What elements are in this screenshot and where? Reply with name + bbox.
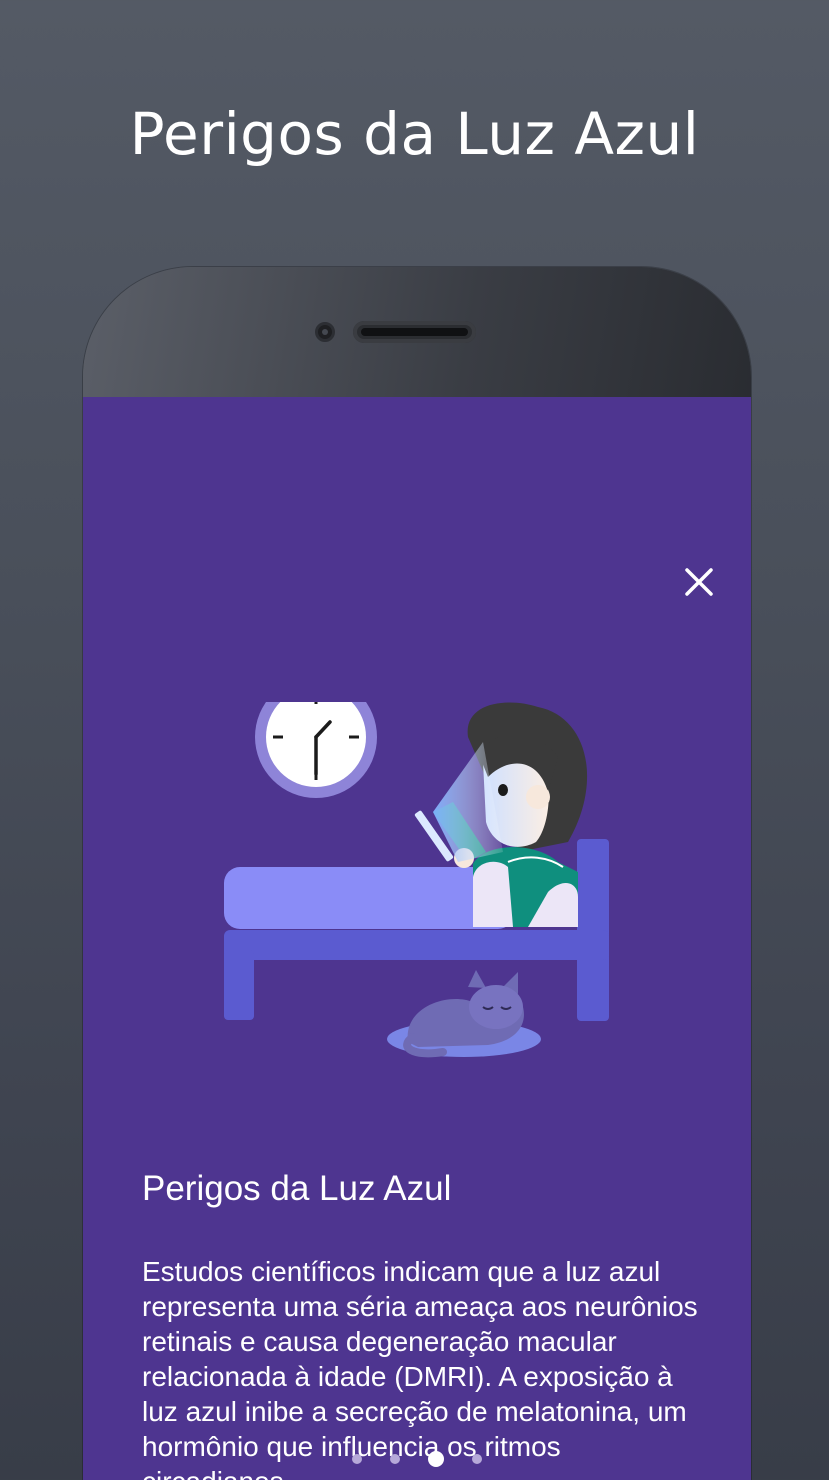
earpiece-speaker [353,321,476,343]
page-dot-3-active[interactable] [428,1451,444,1467]
close-button[interactable] [679,562,719,602]
card-body-text: Estudos científicos indicam que a luz az… [142,1256,698,1480]
page-dot-1[interactable] [352,1454,362,1464]
close-icon [685,568,713,596]
sleeping-cat-icon [387,970,541,1058]
page-dot-4[interactable] [472,1454,482,1464]
card-title: Perigos da Luz Azul [142,1169,452,1208]
front-camera [315,322,335,342]
illustration-night-phone [224,702,609,1058]
phone-mockup: Perigos da Luz Azul Estudos científicos … [83,267,751,1480]
page-indicator [83,1451,751,1467]
page-dot-2[interactable] [390,1454,400,1464]
clock-icon [255,702,377,798]
onboarding-screen: Perigos da Luz Azul Estudos científicos … [83,397,751,1480]
page-title: Perigos da Luz Azul [129,100,700,168]
